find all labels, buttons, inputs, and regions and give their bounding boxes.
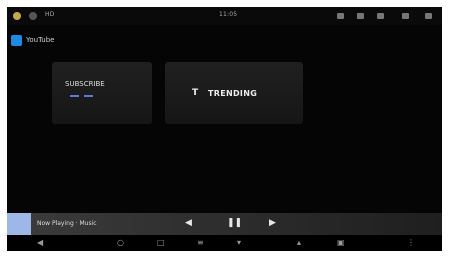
menu-icon[interactable]: ≡ xyxy=(197,238,204,247)
volume-up-icon[interactable]: ▴ xyxy=(297,238,301,247)
status-time: 11:05 xyxy=(219,11,238,18)
home-icon[interactable]: ○ xyxy=(117,238,124,247)
status-dot-icon xyxy=(13,12,21,20)
trending-label: TRENDING xyxy=(208,89,258,98)
subscribe-tile[interactable]: SUBSCRIBE xyxy=(52,62,152,124)
album-thumbnail[interactable] xyxy=(7,213,31,235)
next-icon[interactable]: ▶ xyxy=(269,219,276,228)
recents-icon[interactable]: □ xyxy=(157,238,165,247)
status-bar: HD 11:05 xyxy=(7,7,442,25)
bluetooth-icon xyxy=(337,13,344,19)
signal-icon xyxy=(377,13,384,19)
navigation-bar: ◀ ○ □ ≡ ▾ ▴ ▣ ⋮ xyxy=(7,235,442,251)
prev-icon[interactable]: ◀ xyxy=(185,219,192,228)
text-t-icon: T xyxy=(192,88,199,98)
more-icon[interactable]: ⋮ xyxy=(407,238,415,247)
tile-underline xyxy=(70,95,79,97)
notification-icon xyxy=(29,12,37,20)
trending-tile[interactable]: T TRENDING xyxy=(165,62,303,124)
app-title: YouTube xyxy=(26,36,55,44)
subscribe-label: SUBSCRIBE xyxy=(65,80,105,88)
app-icon[interactable] xyxy=(11,35,22,46)
volume-down-icon[interactable]: ▾ xyxy=(237,238,241,247)
mini-player[interactable]: Now Playing · Music ◀ ❚❚ ▶ xyxy=(7,213,442,235)
screenshot-icon[interactable]: ▣ xyxy=(337,238,345,247)
settings-icon[interactable] xyxy=(425,13,432,19)
status-left-text: HD xyxy=(45,11,55,18)
wifi-icon xyxy=(357,13,364,19)
pause-icon[interactable]: ❚❚ xyxy=(227,219,242,228)
tile-underline xyxy=(84,95,93,97)
back-icon[interactable]: ◀ xyxy=(37,238,43,247)
player-title: Now Playing · Music xyxy=(37,220,97,227)
device-screen: HD 11:05 YouTube SUBSCRIBE T TRENDING No… xyxy=(7,7,442,251)
battery-icon xyxy=(402,13,409,19)
